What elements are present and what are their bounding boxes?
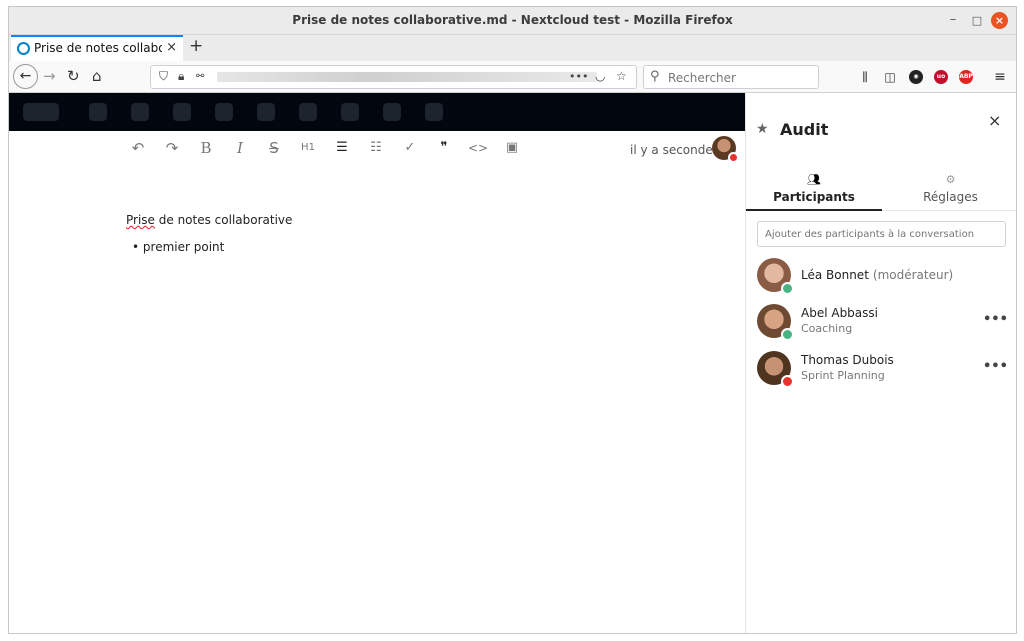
talk-sidebar: ★ Audit × 👥︎ Participants ⚙ Réglages Léa… — [745, 93, 1016, 633]
navigation-bar: ← → ↻ ⌂ ⛉ 🔒︎ ⚯ ••• ◡ ☆ ⚲ Rechercher ⫼ ◫ … — [9, 61, 1016, 93]
forward-button[interactable]: → — [43, 67, 56, 85]
search-placeholder: Rechercher — [668, 71, 736, 85]
page-content: ↶ ↷ B I S H1 ☰ ☷ ✓ ❞ <> ▣ il y a seconde… — [9, 93, 1016, 633]
tab-settings[interactable]: ⚙ Réglages — [882, 173, 1016, 211]
talk-icon[interactable] — [257, 103, 275, 121]
photos-icon[interactable] — [173, 103, 191, 121]
extension-icon[interactable]: ◉ — [909, 70, 923, 84]
participant-name-text: Léa Bonnet — [801, 268, 869, 282]
files-icon[interactable] — [131, 103, 149, 121]
list-item[interactable]: • premier point — [132, 240, 224, 254]
dnd-status-icon — [781, 375, 794, 388]
lock-icon[interactable]: 🔒︎ — [178, 69, 184, 84]
ublock-icon[interactable]: uo — [934, 70, 948, 84]
tab-participants-label: Participants — [773, 190, 855, 204]
tab-label: Prise de notes collaborative.md - Nextcl… — [34, 41, 162, 55]
document-title[interactable]: Prise de notes collaborative — [126, 213, 292, 227]
list-item-text: premier point — [142, 240, 225, 254]
menu-icon[interactable]: ≡ — [992, 69, 1008, 85]
participant-role: (modérateur) — [872, 268, 954, 282]
permissions-icon[interactable]: ⚯ — [196, 71, 204, 82]
participant-name: Abel Abbassi — [801, 306, 878, 320]
browser-tab[interactable]: Prise de notes collaborative.md - Nextcl… — [11, 35, 183, 61]
dashboard-icon[interactable] — [89, 103, 107, 121]
tab-settings-label: Réglages — [923, 190, 978, 204]
sidebar-icon[interactable]: ◫ — [882, 69, 898, 85]
sidebar-title: Audit — [780, 120, 829, 139]
url-text[interactable] — [217, 72, 597, 82]
new-tab-button[interactable]: + — [189, 36, 203, 56]
bold-icon[interactable]: B — [195, 139, 217, 157]
maximize-button[interactable]: □ — [968, 14, 986, 27]
tracking-shield-icon[interactable]: ⛉ — [159, 69, 168, 84]
dnd-status-icon — [728, 152, 739, 163]
italic-icon[interactable]: I — [229, 139, 251, 157]
strikethrough-icon[interactable]: S — [263, 139, 285, 157]
tab-participants[interactable]: 👥︎ Participants — [746, 173, 882, 211]
nextcloud-favicon-icon — [17, 42, 30, 55]
nextcloud-header — [9, 93, 745, 131]
image-icon[interactable]: ▣ — [501, 140, 523, 155]
document-title-rest: de notes collaborative — [154, 213, 293, 227]
tab-close-icon[interactable]: × — [166, 40, 177, 55]
heading-icon[interactable]: H1 — [297, 142, 319, 153]
participant-name: Thomas Dubois — [801, 353, 894, 367]
sidebar-close-button[interactable]: × — [988, 111, 1001, 130]
browser-window: Prise de notes collaborative.md - Nextcl… — [8, 6, 1017, 634]
participant-actions-button[interactable]: ••• — [983, 312, 1008, 327]
pocket-icon[interactable]: ◡ — [595, 69, 605, 83]
deck-icon[interactable] — [425, 103, 443, 121]
page-actions-button[interactable]: ••• — [569, 70, 588, 83]
blockquote-icon[interactable]: ❞ — [433, 140, 455, 155]
participant-row[interactable]: Abel Abbassi Coaching ••• — [746, 304, 1016, 348]
online-status-icon — [781, 282, 794, 295]
spellcheck-word: Prise — [126, 213, 155, 227]
editor-user-avatar[interactable] — [712, 136, 739, 163]
back-button[interactable]: ← — [13, 64, 38, 89]
notes-icon[interactable] — [383, 103, 401, 121]
participant-row[interactable]: Léa Bonnet (modérateur) — [746, 258, 1016, 302]
participant-row[interactable]: Thomas Dubois Sprint Planning ••• — [746, 351, 1016, 395]
search-box[interactable]: ⚲ Rechercher — [643, 65, 819, 89]
participant-name: Léa Bonnet (modérateur) — [801, 268, 953, 282]
home-button[interactable]: ⌂ — [92, 67, 102, 85]
close-window-button[interactable]: × — [991, 12, 1008, 29]
last-saved-status: il y a secondes — [630, 143, 719, 157]
people-icon: 👥︎ — [807, 173, 821, 186]
add-participants-input[interactable] — [757, 221, 1006, 247]
library-icon[interactable]: ⫼ — [857, 69, 873, 85]
tab-bar: Prise de notes collaborative.md - Nextcl… — [9, 35, 1016, 61]
redo-icon[interactable]: ↷ — [161, 139, 183, 157]
window-title: Prise de notes collaborative.md - Nextcl… — [292, 13, 733, 27]
favorite-star-icon[interactable]: ★ — [756, 121, 769, 137]
online-status-icon — [781, 328, 794, 341]
adblock-plus-icon[interactable]: ABP — [959, 70, 973, 84]
participant-actions-button[interactable]: ••• — [983, 359, 1008, 374]
reload-button[interactable]: ↻ — [67, 67, 80, 85]
nextcloud-logo-icon[interactable] — [23, 103, 59, 121]
bullet-list-icon[interactable]: ☰ — [331, 140, 353, 155]
participant-status-text: Coaching — [801, 322, 853, 335]
checkbox-icon[interactable]: ✓ — [399, 140, 421, 155]
gear-icon: ⚙ — [945, 173, 956, 186]
url-bar[interactable]: ⛉ 🔒︎ ⚯ ••• ◡ ☆ — [150, 65, 637, 89]
search-icon: ⚲ — [650, 69, 660, 84]
bookmark-star-icon[interactable]: ☆ — [616, 69, 627, 83]
contacts-icon[interactable] — [299, 103, 317, 121]
ordered-list-icon[interactable]: ☷ — [365, 140, 387, 155]
calendar-icon[interactable] — [341, 103, 359, 121]
code-icon[interactable]: <> — [467, 141, 489, 155]
title-bar: Prise de notes collaborative.md - Nextcl… — [9, 7, 1016, 35]
participant-status-text: Sprint Planning — [801, 369, 885, 382]
text-editor[interactable]: ↶ ↷ B I S H1 ☰ ☷ ✓ ❞ <> ▣ il y a seconde… — [9, 131, 745, 633]
minimize-button[interactable]: – — [944, 12, 962, 27]
undo-icon[interactable]: ↶ — [127, 139, 149, 157]
activity-icon[interactable] — [215, 103, 233, 121]
